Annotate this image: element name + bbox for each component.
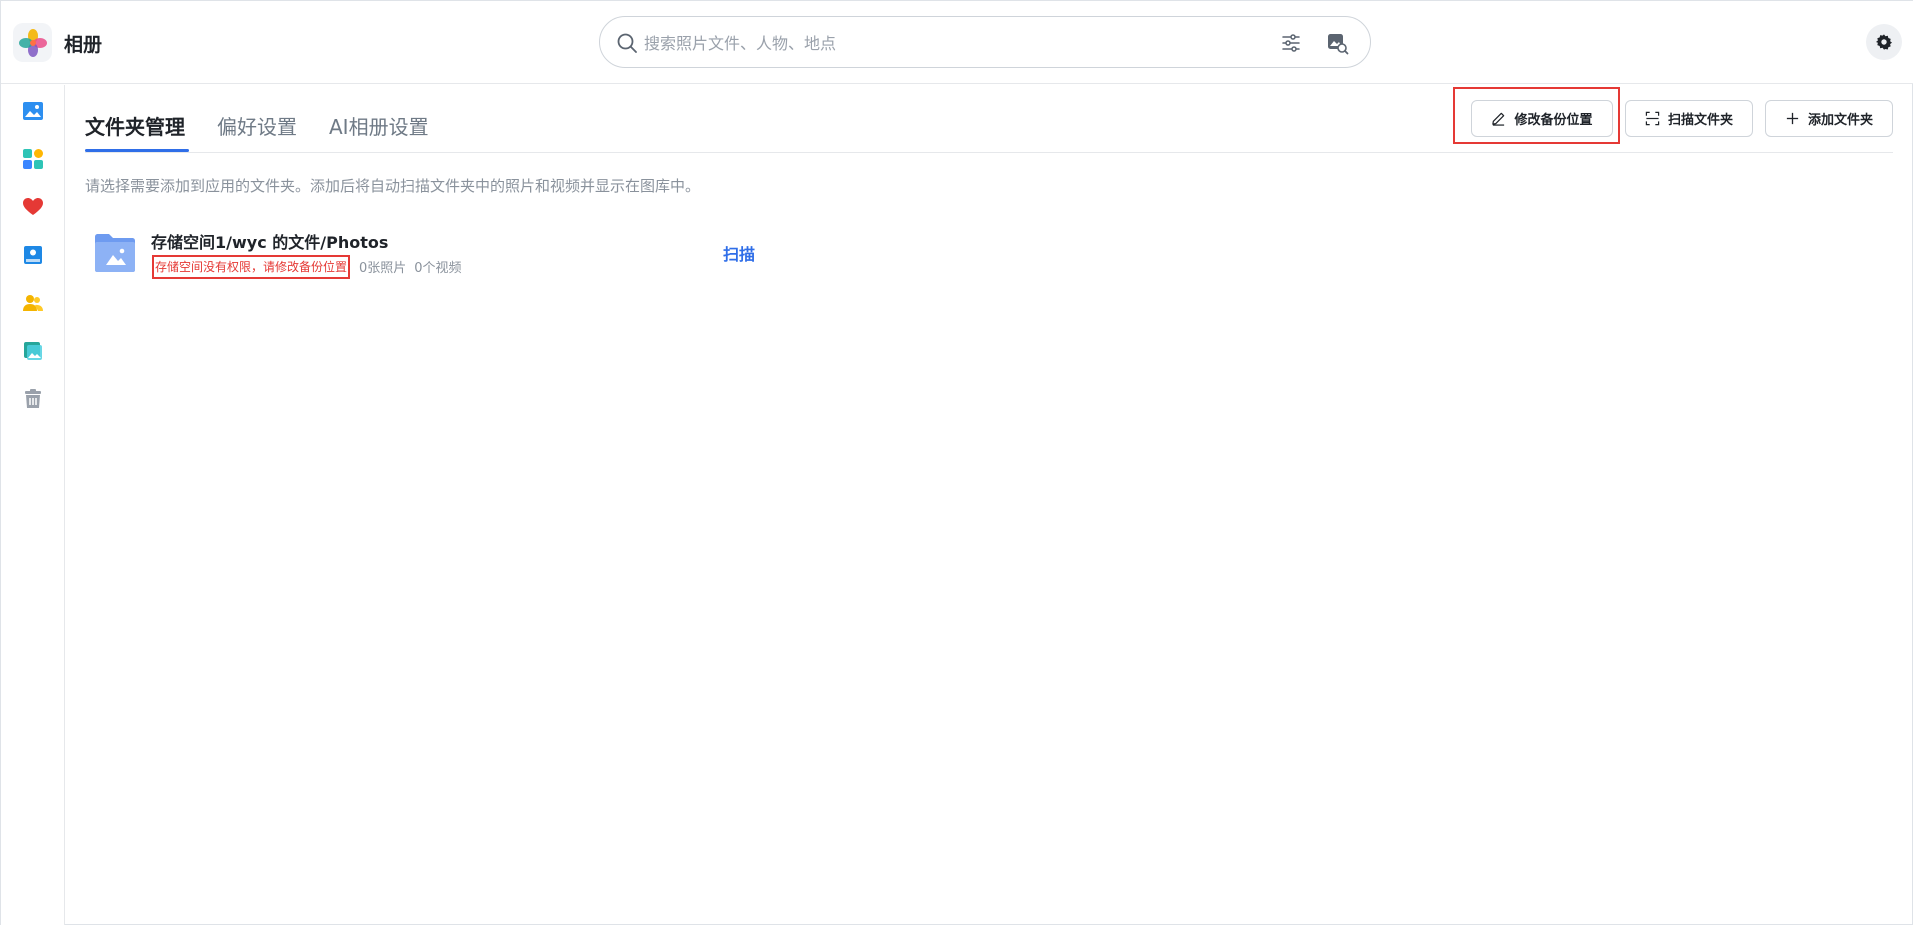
photos-app: 相册 搜索照片文件、人物、地点 文件夹管理 偏好设置 AI相册设置 修改备份位置…: [0, 0, 1913, 925]
photo-count: 0张照片: [359, 261, 407, 276]
flower-logo-icon: [18, 28, 47, 57]
add-folder-button[interactable]: 添加文件夹: [1765, 100, 1893, 137]
sidebar-item-favorites[interactable]: [19, 193, 47, 221]
video-count: 0个视频: [414, 261, 462, 276]
change-backup-location-button[interactable]: 修改备份位置: [1471, 100, 1613, 137]
tab-preferences[interactable]: 偏好设置: [217, 111, 297, 140]
tab-folder-management[interactable]: 文件夹管理: [85, 111, 185, 140]
add-folder-label: 添加文件夹: [1807, 113, 1873, 128]
sidebar-item-albums[interactable]: [19, 145, 47, 173]
tabs-divider: [85, 152, 1893, 153]
sidebar-item-memories[interactable]: [19, 241, 47, 269]
folder-permission-error: 存储空间没有权限，请修改备份位置: [152, 255, 351, 279]
shared-album-icon: [24, 342, 42, 360]
grid-icon: [23, 149, 43, 169]
folder-counts: 0张照片 0个视频: [359, 257, 462, 276]
scan-folder-button[interactable]: 扫描文件夹: [1625, 100, 1753, 137]
tab-ai-album-settings[interactable]: AI相册设置: [329, 111, 429, 140]
search-icon: [617, 33, 637, 53]
folder-list-item: 存储空间1/wyc 的文件/Photos 存储空间没有权限，请修改备份位置 0张…: [85, 223, 785, 287]
scan-icon: [1645, 111, 1660, 126]
folder-image-icon: [95, 234, 135, 272]
app-logo: [13, 23, 52, 62]
trash-icon: [25, 389, 41, 408]
top-bar: 相册: [1, 1, 1913, 84]
folder-path: 存储空间1/wyc 的文件/Photos: [151, 233, 389, 252]
folder-management-description: 请选择需要添加到应用的文件夹。添加后将自动扫描文件夹中的照片和视频并显示在图库中…: [85, 177, 701, 195]
plus-icon: [1786, 112, 1799, 125]
sidebar-item-trash[interactable]: [19, 385, 47, 413]
edit-pencil-icon: [1492, 112, 1505, 126]
photo-book-icon: [24, 246, 42, 264]
scan-folder-label: 扫描文件夹: [1667, 113, 1733, 128]
image-search-icon[interactable]: [1325, 31, 1349, 55]
image-icon: [23, 102, 43, 120]
sidebar-item-photos[interactable]: [19, 97, 47, 125]
people-icon: [23, 295, 43, 311]
sidebar-item-people[interactable]: [19, 289, 47, 317]
change-backup-location-label: 修改备份位置: [1514, 113, 1593, 128]
gear-icon: [1875, 34, 1893, 50]
heart-icon: [23, 198, 43, 215]
app-title: 相册: [64, 34, 103, 56]
search-bar[interactable]: [599, 16, 1371, 68]
search-input[interactable]: [644, 29, 1264, 57]
sidebar: [1, 85, 65, 925]
settings-button[interactable]: [1866, 24, 1902, 60]
scan-folder-link[interactable]: 扫描: [723, 241, 755, 265]
filter-sliders-icon[interactable]: [1280, 32, 1302, 54]
sidebar-item-shared[interactable]: [19, 337, 47, 365]
